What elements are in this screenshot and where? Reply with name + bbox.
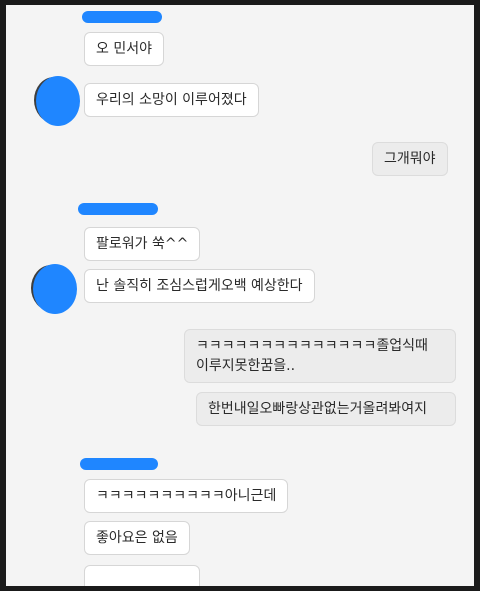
message-text: 그개뭐야: [384, 151, 436, 167]
redacted-avatar: [36, 76, 80, 126]
message-bubble-received: 난 솔직히 조심스럽게오백 예상한다: [84, 269, 315, 303]
message-text-line: ㅋㅋㅋㅋㅋㅋㅋㅋㅋㅋㅋㅋㅋㅋ졸업식때: [196, 338, 428, 354]
message-text: 팔로워가 쑥^^: [96, 236, 189, 252]
redacted-username: [80, 458, 158, 470]
message-text: 좋아요은 없음: [96, 530, 178, 546]
message-text: 오 민서야: [96, 41, 152, 57]
message-bubble-received: ㅋㅋㅋㅋㅋㅋㅋㅋㅋㅋ아니근데: [84, 479, 289, 513]
message-bubble-received: 오 민서야: [84, 32, 164, 66]
redacted-avatar: [33, 264, 77, 314]
message-bubble-received: 좋아요은 없음: [84, 521, 190, 555]
message-bubble-sent: ㅋㅋㅋㅋㅋㅋㅋㅋㅋㅋㅋㅋㅋㅋ졸업식때 이루지못한꿈을..: [184, 329, 456, 383]
message-bubble-sent: 한번내일오빠랑상관없는거올려봐여지: [196, 392, 456, 426]
message-text-line: 이루지못한꿈을..: [196, 358, 296, 374]
message-text: 우리의 소망이 이루어졌다: [96, 92, 247, 108]
chat-screenshot: 오 민서야 우리의 소망이 이루어졌다 그개뭐야 팔로워가 쑥^^ 난 솔직히 …: [6, 5, 474, 586]
message-bubble-received: [84, 565, 200, 586]
message-bubble-received: 우리의 소망이 이루어졌다: [84, 83, 259, 117]
redacted-username: [78, 203, 158, 215]
message-text: 한번내일오빠랑상관없는거올려봐여지: [208, 401, 427, 417]
redacted-username: [82, 11, 162, 23]
message-bubble-sent: 그개뭐야: [372, 142, 448, 176]
message-text: 난 솔직히 조심스럽게오백 예상한다: [96, 278, 303, 294]
message-text: ㅋㅋㅋㅋㅋㅋㅋㅋㅋㅋ아니근데: [96, 488, 277, 504]
message-bubble-received: 팔로워가 쑥^^: [84, 227, 201, 261]
